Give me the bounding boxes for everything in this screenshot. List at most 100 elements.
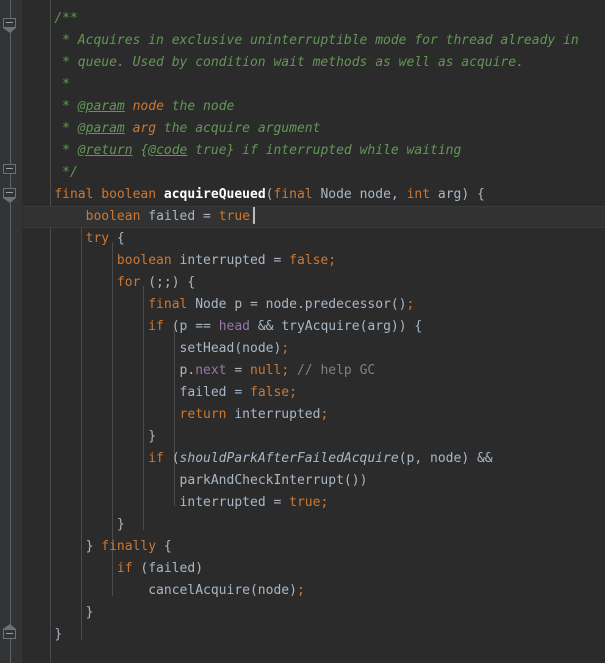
token-kw: int [406,187,431,202]
token-punc: { [109,231,125,246]
editor-gutter[interactable] [0,0,22,663]
token-punc [156,187,164,202]
token-semi: ; [320,495,329,510]
code-line[interactable]: * @return {@code true} if interrupted wh… [23,140,605,162]
token-kw: if [148,451,164,466]
code-line[interactable]: setHead(node); [23,338,605,360]
token-doctag: @param [77,99,125,114]
token-methodi: shouldParkAfterFailedAcquire [179,451,399,466]
token-kw: boolean [101,187,157,202]
code-editor[interactable]: /** * Acquires in exclusive uninterrupti… [0,0,605,663]
code-text-area[interactable]: /** * Acquires in exclusive uninterrupti… [23,0,605,663]
token-doc: * [62,121,78,136]
method-fold-collapse[interactable] [3,188,18,203]
token-semi: ; [296,583,305,598]
token-punc: failed [179,385,235,400]
code-line[interactable]: boolean interrupted = false; [23,250,605,272]
token-method: tryAcquire [281,319,360,334]
token-punc: ()) [343,473,368,488]
code-line[interactable]: * [23,74,605,96]
code-line[interactable]: * queue. Used by condition wait methods … [23,52,605,74]
token-kw: final [54,187,94,202]
token-punc [211,319,219,334]
token-semi: ; [320,407,329,422]
token-punc: = [234,363,243,378]
token-punc: == [195,319,211,334]
token-doc: the acquire argument [156,121,321,136]
token-doc: * [62,99,78,114]
method-body-fold-collapse[interactable] [3,164,18,179]
token-semi: ; [281,363,290,378]
token-kw: true [289,495,321,510]
token-punc: (failed) [132,561,204,576]
method-fold-end[interactable] [3,624,18,644]
code-line[interactable]: failed = false; [23,382,605,404]
token-punc: } [148,429,157,444]
token-docpar: node [132,99,164,114]
token-doc: * queue. Used by condition wait methods … [62,55,524,70]
token-doctag: @return [77,143,133,158]
token-punc: = [250,297,258,312]
code-line[interactable]: interrupted = true; [23,492,605,514]
token-punc: = [234,385,243,400]
code-line[interactable]: } [23,514,605,536]
code-line[interactable]: parkAndCheckInterrupt()) [23,470,605,492]
token-punc: (p [163,319,196,334]
token-doc: * [62,77,70,92]
token-decl: acquireQueued [163,187,266,202]
code-line[interactable]: if (shouldParkAfterFailedAcquire(p, node… [23,448,605,470]
code-line[interactable]: p.next = null; // help GC [23,360,605,382]
code-line[interactable]: final Node p = node.predecessor(); [23,294,605,316]
token-kw: false [250,385,290,400]
code-line[interactable]: } [23,624,605,646]
token-ident: Node [320,187,352,202]
token-doc [125,121,133,136]
code-line[interactable]: cancelAcquire(node); [23,580,605,602]
token-punc [281,253,289,268]
token-punc: (node) [249,583,297,598]
code-line[interactable]: } finally { [23,536,605,558]
token-punc: (node) [234,341,282,356]
code-line[interactable]: * @param arg the acquire argument [23,118,605,140]
token-kw: if [116,561,133,576]
code-line[interactable]: try { [23,228,605,250]
token-kw: final [273,187,313,202]
token-punc: () [390,297,407,312]
code-line[interactable]: boolean failed = true; [23,206,605,228]
code-line[interactable]: for (;;) { [23,272,605,294]
code-line[interactable]: * Acquires in exclusive uninterruptible … [23,30,605,52]
token-field: head [218,319,250,334]
javadoc-fold-collapse[interactable] [3,18,18,33]
text-caret [253,207,255,224]
token-kw: boolean [85,209,141,224]
code-line[interactable]: */ [23,162,605,184]
code-line[interactable]: } [23,426,605,448]
token-punc [211,209,219,224]
token-punc: ( [163,451,180,466]
code-line[interactable]: if (failed) [23,558,605,580]
code-line[interactable]: * @param node the node [23,96,605,118]
token-doc: true} if interrupted while waiting [187,143,462,158]
code-line[interactable]: return interrupted; [23,404,605,426]
token-punc: { [156,539,172,554]
code-line[interactable]: } [23,602,605,624]
code-line[interactable]: final boolean acquireQueued(final Node n… [23,184,605,206]
code-line[interactable]: if (p == head && tryAcquire(arg)) { [23,316,605,338]
code-line[interactable]: /** [23,8,605,30]
token-punc [289,363,297,378]
token-punc: (arg)) { [359,319,423,334]
token-doc: * [62,143,78,158]
